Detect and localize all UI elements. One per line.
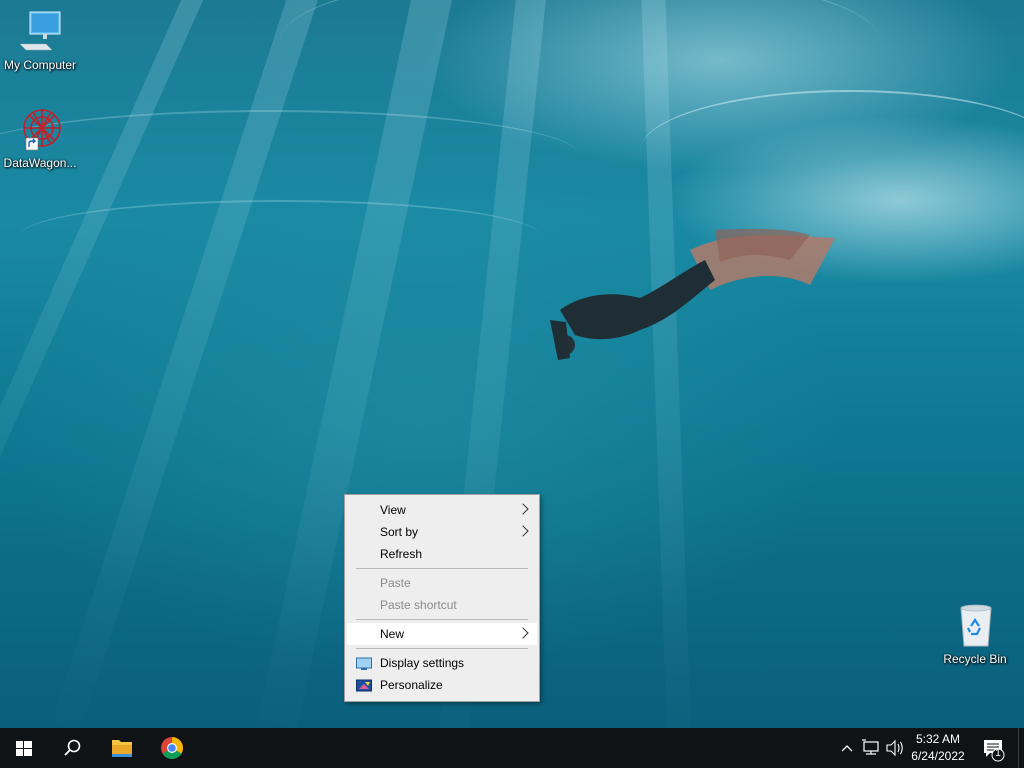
menu-item-label: Paste shortcut <box>380 598 457 612</box>
menu-separator <box>356 568 528 569</box>
show-hidden-icons-button[interactable] <box>838 728 856 768</box>
menu-separator <box>356 648 528 649</box>
menu-item-label: Refresh <box>380 547 423 561</box>
recycle-bin-desktop-icon[interactable]: Recycle Bin <box>935 602 1015 666</box>
speaker-icon <box>886 739 903 757</box>
folder-icon <box>112 740 132 757</box>
menu-item-label: Personalize <box>380 678 443 692</box>
menu-item-display-settings[interactable]: Display settings <box>347 652 537 674</box>
search-icon <box>64 739 81 756</box>
my-computer-desktop-icon[interactable]: My Computer <box>0 8 80 72</box>
menu-item-label: Display settings <box>380 656 465 670</box>
menu-item-label: Sort by <box>380 525 419 539</box>
diver-image <box>550 228 835 360</box>
display-settings-icon <box>356 656 372 670</box>
submenu-arrow-icon <box>517 627 529 639</box>
network-button[interactable] <box>860 728 882 768</box>
search-button[interactable] <box>48 728 96 768</box>
menu-item-view[interactable]: View <box>347 499 537 521</box>
water-ripple <box>0 110 580 202</box>
volume-button[interactable] <box>884 728 906 768</box>
menu-item-sort-by[interactable]: Sort by <box>347 521 537 543</box>
chrome-icon <box>161 737 183 759</box>
notification-count-badge: 1 <box>995 748 1001 759</box>
chrome-button[interactable] <box>148 728 196 768</box>
menu-item-label: View <box>380 503 406 517</box>
desktop-icon-label: Recycle Bin <box>943 652 1007 666</box>
menu-item-paste-shortcut: Paste shortcut <box>347 594 537 616</box>
taskbar: 5:32 AM 6/24/2022 1 <box>0 728 1024 768</box>
chevron-up-icon <box>841 745 853 752</box>
windows-logo-icon <box>16 741 32 756</box>
show-desktop-button[interactable] <box>1018 728 1024 768</box>
menu-item-paste: Paste <box>347 572 537 594</box>
menu-separator <box>356 619 528 620</box>
start-button[interactable] <box>0 728 48 768</box>
computer-icon <box>16 8 64 56</box>
desktop-icon-label: My Computer <box>3 58 77 72</box>
file-explorer-button[interactable] <box>98 728 146 768</box>
menu-item-new[interactable]: New <box>347 623 537 645</box>
water-ripple <box>20 200 540 272</box>
action-center-button[interactable]: 1 <box>976 728 1012 768</box>
desktop-context-menu: View Sort by Refresh Paste Paste shortcu… <box>344 494 540 702</box>
clock-date: 6/24/2022 <box>911 749 965 763</box>
personalize-icon <box>356 678 372 692</box>
menu-item-label: New <box>380 627 405 641</box>
datawagon-shortcut-icon <box>16 106 64 154</box>
recycle-bin-icon <box>951 602 999 650</box>
desktop-icon-label: DataWagon... <box>3 156 77 170</box>
menu-item-refresh[interactable]: Refresh <box>347 543 537 565</box>
menu-item-personalize[interactable]: Personalize <box>347 674 537 696</box>
menu-item-label: Paste <box>380 576 411 590</box>
clock-button[interactable]: 5:32 AM 6/24/2022 <box>906 728 970 768</box>
datawagon-desktop-icon[interactable]: DataWagon... <box>0 106 80 170</box>
submenu-arrow-icon <box>517 525 529 537</box>
network-icon <box>862 739 879 755</box>
submenu-arrow-icon <box>517 503 529 515</box>
clock-time: 5:32 AM <box>915 732 961 746</box>
